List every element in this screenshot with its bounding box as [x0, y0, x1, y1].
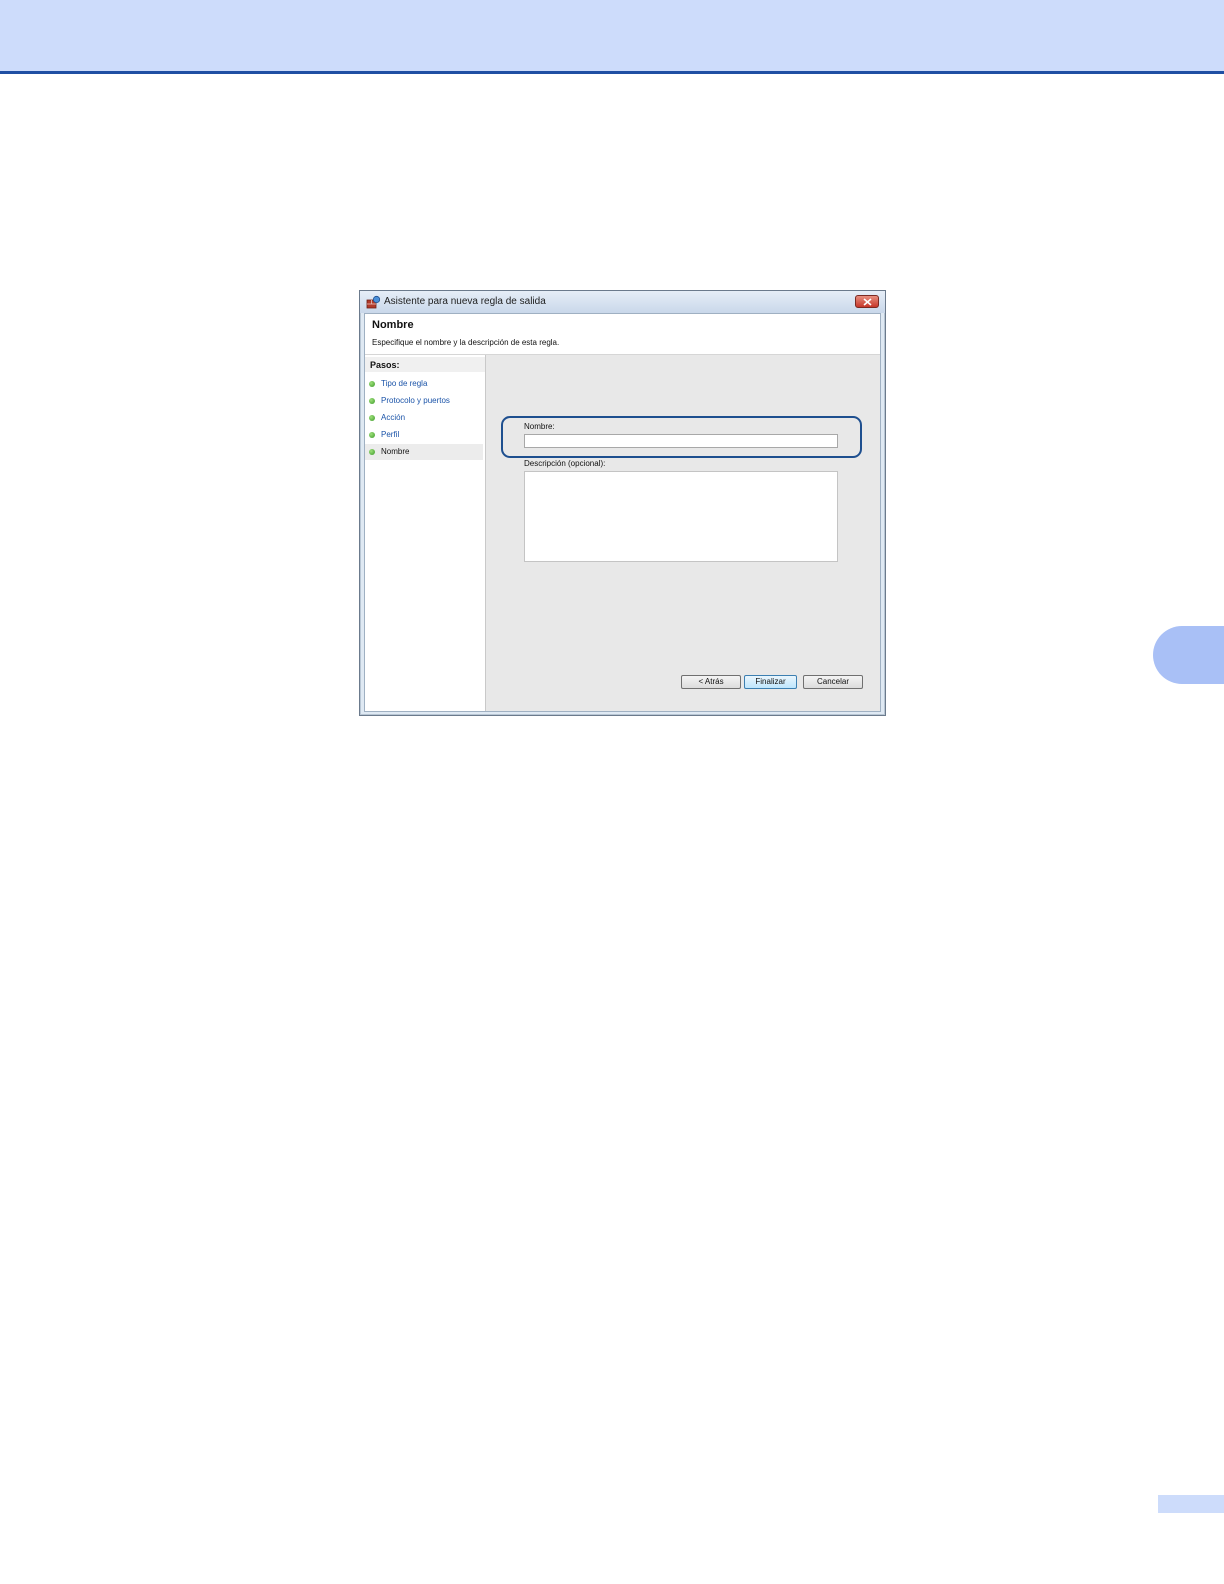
chapter-tab — [1153, 626, 1224, 684]
close-icon — [863, 298, 872, 306]
step-label: Perfil — [381, 430, 400, 439]
page-number-box — [1158, 1495, 1224, 1513]
description-input[interactable] — [524, 471, 838, 562]
green-dot-icon — [369, 432, 375, 438]
firewall-rule-icon — [366, 295, 381, 309]
steps-panel: Pasos: Tipo de regla Protocolo y puertos… — [365, 355, 486, 711]
green-dot-icon — [369, 449, 375, 455]
step-item-accion[interactable]: Acción — [365, 410, 483, 426]
name-input[interactable] — [524, 434, 838, 448]
name-label: Nombre: — [524, 422, 555, 431]
step-label: Protocolo y puertos — [381, 396, 450, 405]
title-bar[interactable]: Asistente para nueva regla de salida — [360, 291, 885, 313]
step-label: Nombre — [381, 447, 410, 456]
page-header-band — [0, 0, 1224, 74]
green-dot-icon — [369, 398, 375, 404]
green-dot-icon — [369, 415, 375, 421]
step-item-tipo-de-regla[interactable]: Tipo de regla — [365, 376, 483, 392]
step-label: Acción — [381, 413, 406, 422]
wizard-window: Asistente para nueva regla de salida Nom… — [359, 290, 886, 716]
cancel-button[interactable]: Cancelar — [803, 675, 863, 689]
dialog-subheading: Especifique el nombre y la descripción d… — [372, 338, 560, 347]
steps-title: Pasos: — [370, 360, 400, 370]
steps-header: Pasos: — [365, 357, 485, 372]
step-item-nombre[interactable]: Nombre — [365, 444, 483, 460]
window-title: Asistente para nueva regla de salida — [384, 296, 546, 307]
green-dot-icon — [369, 381, 375, 387]
form-panel: Nombre: Descripción (opcional): < Atrás … — [486, 355, 880, 711]
description-label: Descripción (opcional): — [524, 459, 606, 468]
close-button[interactable] — [855, 295, 879, 308]
step-item-perfil[interactable]: Perfil — [365, 427, 483, 443]
step-label: Tipo de regla — [381, 379, 428, 388]
dialog-client: Nombre Especifique el nombre y la descri… — [364, 313, 881, 712]
dialog-heading: Nombre — [372, 319, 414, 331]
back-button[interactable]: < Atrás — [681, 675, 741, 689]
step-item-protocolo-y-puertos[interactable]: Protocolo y puertos — [365, 393, 483, 409]
finish-button[interactable]: Finalizar — [744, 675, 797, 689]
